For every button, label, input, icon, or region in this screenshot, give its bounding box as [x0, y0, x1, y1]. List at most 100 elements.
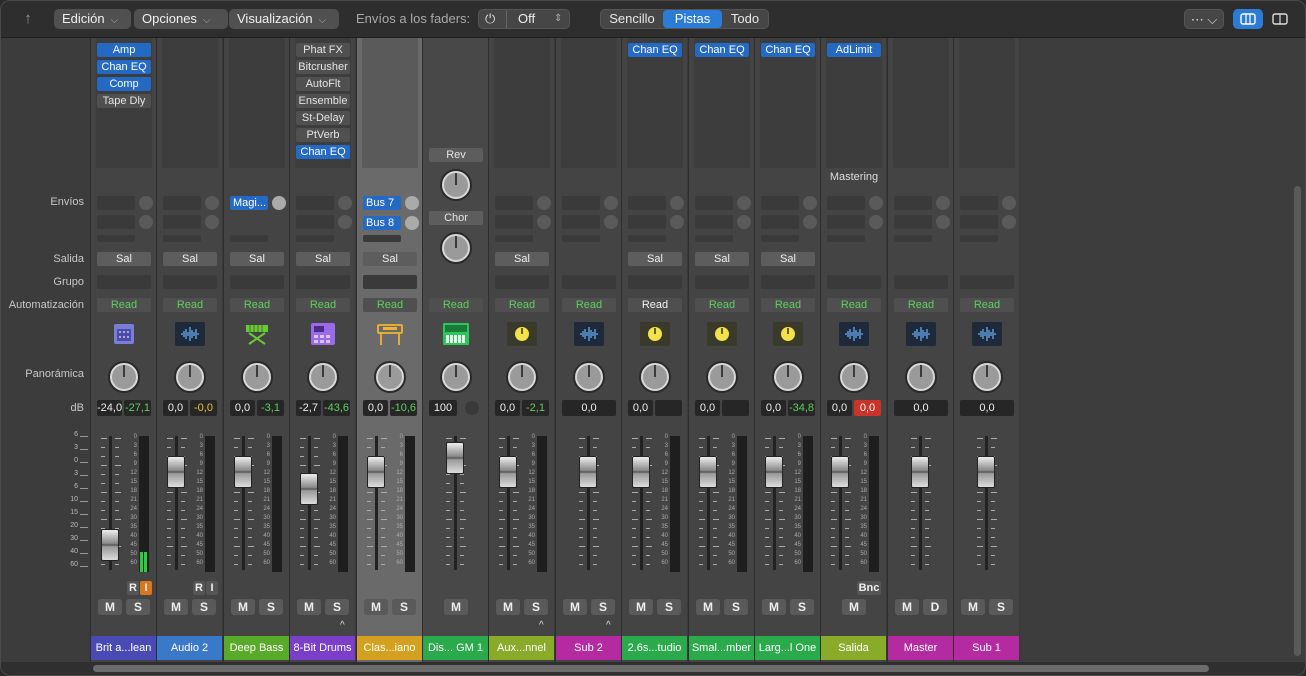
volume-fader[interactable]: 0 3 6 9 12 15 18 21 24 30 35 40 45 50 60 — [91, 434, 157, 580]
peak-readout[interactable]: -27,1 — [124, 400, 151, 416]
send-label-rev[interactable]: Rev — [429, 148, 483, 162]
group-slot[interactable] — [230, 275, 284, 289]
peak-readout[interactable] — [722, 400, 749, 416]
channel-name[interactable]: Dis... GM 1 — [423, 636, 488, 660]
faders-control[interactable]: ⏻ Off ⇕ — [478, 9, 570, 29]
output-button[interactable]: Sal — [495, 252, 549, 266]
pan-knob[interactable] — [373, 360, 407, 394]
scroll-thumb[interactable] — [93, 665, 1209, 672]
send-slot[interactable] — [960, 196, 998, 210]
insert-slot-plugin[interactable]: Comp — [97, 77, 151, 91]
fader-cap[interactable] — [300, 473, 318, 505]
volume-fader[interactable]: 0 3 6 9 12 15 18 21 24 30 35 40 45 50 60 — [755, 434, 821, 580]
bounce-button[interactable]: Bnc — [857, 581, 881, 595]
output-button[interactable]: Sal — [296, 252, 350, 266]
send-slot[interactable] — [761, 215, 799, 229]
send-slot[interactable] — [163, 196, 201, 210]
channel-name[interactable]: 8-Bit Drums — [290, 636, 355, 660]
solo-button[interactable]: S — [790, 599, 814, 615]
channel-name[interactable]: Audio 2 — [157, 636, 222, 660]
send-slot[interactable] — [827, 196, 865, 210]
menu-edicion[interactable]: Edición ⌵ — [54, 9, 131, 29]
group-slot[interactable] — [761, 275, 815, 289]
input-monitor-button[interactable]: I — [206, 581, 218, 595]
solo-button[interactable]: S — [724, 599, 748, 615]
solo-button[interactable]: S — [591, 599, 615, 615]
power-icon[interactable]: ⏻ — [485, 10, 495, 28]
channel-name[interactable]: Sub 1 — [954, 636, 1019, 660]
mute-button[interactable]: M — [696, 599, 720, 615]
fader-cap[interactable] — [101, 529, 119, 561]
solo-button[interactable]: S — [392, 599, 416, 615]
ellipsis-circle-icon[interactable]: ⋯ ⌵ — [1184, 9, 1224, 29]
solo-button[interactable]: S — [325, 599, 349, 615]
volume-fader[interactable]: 0 3 6 9 12 15 18 21 24 30 35 40 45 50 60 — [622, 434, 688, 580]
fader-cap[interactable] — [499, 456, 517, 488]
send-slot[interactable] — [628, 196, 666, 210]
channel-name[interactable]: 2.6s...tudio — [622, 636, 687, 660]
automation-mode-button[interactable]: Read — [429, 298, 483, 312]
channel-name[interactable]: Deep Bass — [224, 636, 289, 660]
send-slot[interactable] — [296, 215, 334, 229]
automation-mode-button[interactable]: Read — [363, 298, 417, 312]
split-layout-icon[interactable] — [1266, 9, 1294, 29]
peak-readout[interactable]: -2,1 — [522, 400, 549, 416]
automation-mode-button[interactable]: Read — [296, 298, 350, 312]
fader-cap[interactable] — [446, 442, 464, 474]
send-slot[interactable] — [97, 215, 135, 229]
channel-name[interactable]: Brit a...lean — [91, 636, 156, 660]
insert-slot-plugin[interactable]: PtVerb — [296, 128, 350, 142]
send-slot[interactable] — [960, 215, 998, 229]
insert-slot-plugin[interactable]: Tape Dly — [97, 94, 151, 108]
group-slot[interactable] — [163, 275, 217, 289]
mute-button[interactable]: M — [364, 599, 388, 615]
fader-cap[interactable] — [911, 456, 929, 488]
group-slot[interactable] — [894, 275, 948, 289]
insert-slot-plugin[interactable]: Chan EQ — [97, 60, 151, 74]
insert-slot-plugin[interactable]: Chan EQ — [695, 43, 749, 57]
record-enable-button[interactable]: R — [193, 581, 205, 595]
pan-knob[interactable] — [771, 360, 805, 394]
send-slot[interactable] — [296, 196, 334, 210]
automation-mode-button[interactable]: Read — [230, 298, 284, 312]
send-slot[interactable] — [495, 196, 533, 210]
volume-fader[interactable]: 0 3 6 9 12 15 18 21 24 30 35 40 45 50 60 — [489, 434, 555, 580]
send-bus-button[interactable]: Bus 8 — [363, 216, 401, 230]
pan-knob[interactable] — [705, 360, 739, 394]
mute-button[interactable]: M — [297, 599, 321, 615]
view-pistas[interactable]: Pistas — [663, 10, 722, 28]
horizontal-scrollbar[interactable] — [1, 662, 1305, 675]
mute-button[interactable]: M — [895, 599, 919, 615]
group-slot[interactable] — [495, 275, 549, 289]
send-slot[interactable] — [97, 196, 135, 210]
send-slot[interactable] — [562, 215, 600, 229]
peak-readout[interactable]: -34,8 — [788, 400, 815, 416]
pan-knob[interactable] — [904, 360, 938, 394]
automation-mode-button[interactable]: Read — [97, 298, 151, 312]
fader-cap[interactable] — [699, 456, 717, 488]
expand-caret-icon[interactable]: ^ — [606, 620, 611, 631]
automation-mode-button[interactable]: Read — [163, 298, 217, 312]
group-slot[interactable] — [97, 275, 151, 289]
volume-fader[interactable] — [954, 434, 1020, 580]
solo-button[interactable]: S — [989, 599, 1013, 615]
volume-fader[interactable]: 0 3 6 9 12 15 18 21 24 30 35 40 45 50 60 — [290, 434, 356, 580]
insert-slot-plugin[interactable]: Chan EQ — [761, 43, 815, 57]
mute-button[interactable]: M — [496, 599, 520, 615]
insert-slot-plugin[interactable]: AdLimit — [827, 43, 881, 57]
channel-name[interactable]: Master — [888, 636, 953, 660]
channel-name[interactable]: Smal...mber — [689, 636, 754, 660]
volume-fader[interactable] — [556, 434, 622, 580]
insert-slot-plugin[interactable]: Ensemble — [296, 94, 350, 108]
peak-readout[interactable]: -10,6 — [390, 400, 417, 416]
peak-readout[interactable] — [655, 400, 682, 416]
pan-knob[interactable] — [837, 360, 871, 394]
fader-cap[interactable] — [977, 456, 995, 488]
output-button[interactable]: Sal — [230, 252, 284, 266]
mute-button[interactable]: M — [629, 599, 653, 615]
send-slot[interactable] — [695, 215, 733, 229]
volume-fader[interactable] — [423, 434, 489, 580]
volume-fader[interactable]: 0 3 6 9 12 15 18 21 24 30 35 40 45 50 60 — [357, 434, 423, 580]
send-label-chor[interactable]: Chor — [429, 211, 483, 225]
automation-mode-button[interactable]: Read — [695, 298, 749, 312]
